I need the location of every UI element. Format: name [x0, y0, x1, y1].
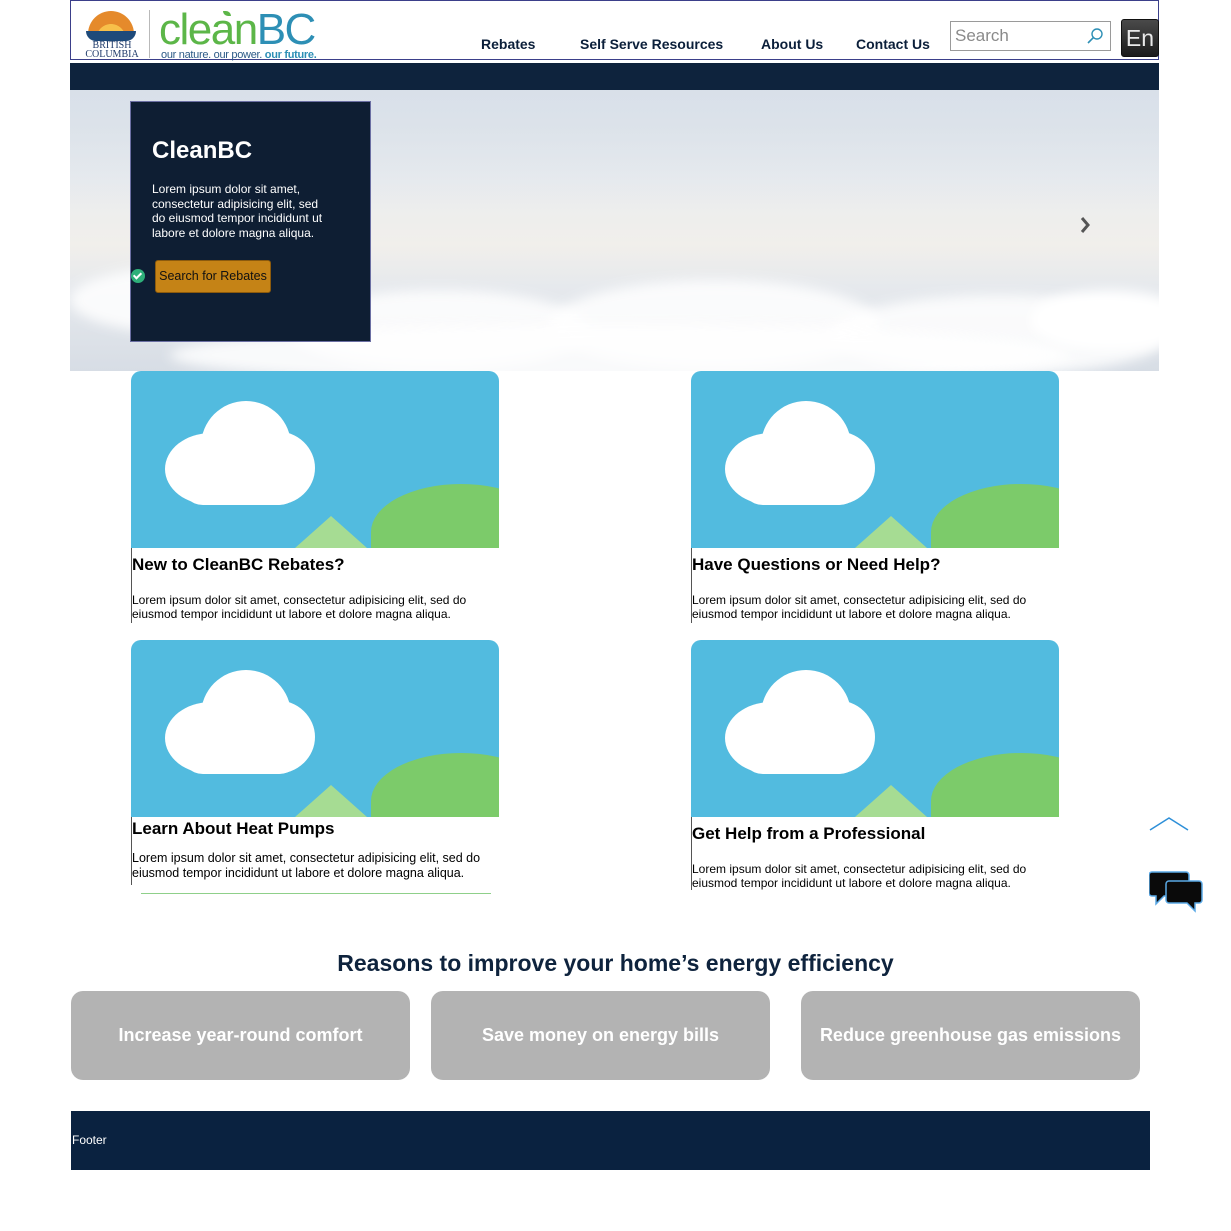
- card-questions-help[interactable]: Have Questions or Need Help? Lorem ipsum…: [691, 371, 1059, 623]
- language-toggle-button[interactable]: En: [1121, 19, 1159, 57]
- cleanbc-tagline: our nature. our power. our future.: [161, 49, 317, 61]
- bc-logo-line2: COLUMBIA: [85, 49, 139, 60]
- card-title: Learn About Heat Pumps: [132, 819, 335, 838]
- search-icon[interactable]: [1086, 27, 1104, 45]
- cloud-image-icon: [691, 640, 1059, 817]
- card-title: Have Questions or Need Help?: [692, 555, 941, 574]
- search-for-rebates-button[interactable]: Search for Rebates: [155, 260, 271, 293]
- chevron-up-icon[interactable]: [1149, 816, 1189, 832]
- check-icon: [131, 269, 145, 283]
- nav-contact-us[interactable]: Contact Us: [856, 36, 930, 52]
- british-columbia-logo[interactable]: BRITISH COLUMBIA: [81, 9, 143, 61]
- card-title: Get Help from a Professional: [692, 824, 926, 843]
- search-box: [950, 21, 1111, 51]
- hero-title: CleanBC: [152, 137, 253, 164]
- card-text: Lorem ipsum dolor sit amet, consectetur …: [692, 593, 1027, 621]
- chat-icon[interactable]: [1149, 869, 1203, 913]
- logo-divider: [149, 10, 150, 58]
- card-professional-help[interactable]: Get Help from a Professional Lorem ipsum…: [691, 640, 1059, 892]
- card-new-to-rebates[interactable]: New to CleanBC Rebates? Lorem ipsum dolo…: [131, 371, 499, 623]
- reason-save-money-button[interactable]: Save money on energy bills: [431, 991, 770, 1080]
- card-title: New to CleanBC Rebates?: [132, 555, 345, 574]
- footer-label: Footer: [72, 1133, 107, 1147]
- cleanbc-logo[interactable]: cleanBC our nature. our power. our futur…: [159, 4, 329, 61]
- hero-text: Lorem ipsum dolor sit amet, consectetur …: [152, 182, 323, 240]
- card-text: Lorem ipsum dolor sit amet, consectetur …: [132, 593, 467, 621]
- card-text: Lorem ipsum dolor sit amet, consectetur …: [692, 862, 1027, 890]
- reasons-heading: Reasons to improve your home’s energy ef…: [337, 950, 894, 976]
- cloud-image-icon: [131, 640, 499, 817]
- nav-rebates[interactable]: Rebates: [481, 36, 535, 52]
- search-input[interactable]: [955, 25, 1085, 47]
- cloud-image-icon: [691, 371, 1059, 548]
- site-footer: Footer: [71, 1111, 1150, 1170]
- nav-self-serve-resources[interactable]: Self Serve Resources: [580, 36, 723, 52]
- card-heat-pumps[interactable]: Learn About Heat Pumps Lorem ipsum dolor…: [131, 640, 499, 895]
- card-text: Lorem ipsum dolor sit amet, consectetur …: [132, 851, 481, 880]
- cloud-image-icon: [131, 371, 499, 548]
- navigation-band: [70, 63, 1159, 90]
- reason-comfort-button[interactable]: Increase year-round comfort: [71, 991, 410, 1080]
- chevron-right-icon[interactable]: [1079, 216, 1091, 234]
- hero-banner: CleanBC Lorem ipsum dolor sit amet, cons…: [70, 90, 1159, 371]
- site-header: BRITISH COLUMBIA cleanBC our nature. our…: [70, 0, 1159, 61]
- nav-about-us[interactable]: About Us: [761, 36, 823, 52]
- reason-emissions-button[interactable]: Reduce greenhouse gas emissions: [801, 991, 1140, 1080]
- hero-card: CleanBC Lorem ipsum dolor sit amet, cons…: [130, 101, 371, 342]
